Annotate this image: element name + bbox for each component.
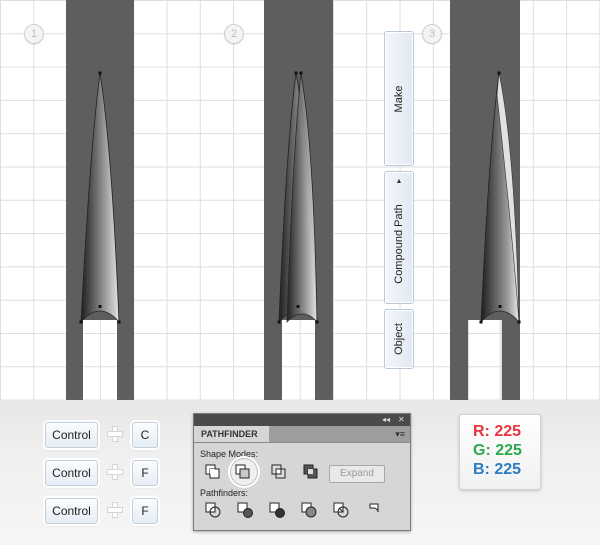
menu-item-make-label: Make <box>393 85 405 112</box>
blue-value: B: 225 <box>473 461 522 478</box>
close-icon[interactable]: ✕ <box>398 415 405 424</box>
exclude-icon[interactable] <box>303 464 319 480</box>
shape-modes-label: Shape Modes: <box>200 449 259 459</box>
menu-item-object-label: Object <box>393 323 405 355</box>
menu-item-compound-path[interactable]: ▲ Compound Path <box>384 171 414 304</box>
pathfinders-label: Pathfinders: <box>200 488 249 498</box>
unite-icon[interactable] <box>205 464 221 480</box>
panel-menu-icon[interactable]: ▾≡ <box>395 429 405 440</box>
blade-1 <box>80 72 120 324</box>
blade-shapes <box>79 71 521 324</box>
key-control-1: Control <box>45 422 98 448</box>
minus-front-icon[interactable] <box>235 464 251 480</box>
intersect-icon[interactable] <box>271 464 287 480</box>
crop-icon[interactable] <box>301 502 317 518</box>
step-number-3: 3 <box>422 24 442 44</box>
red-value: R: 225 <box>473 423 522 440</box>
key-c: C <box>132 422 158 448</box>
green-value: G: 225 <box>473 442 522 459</box>
key-f-2: F <box>132 498 158 524</box>
key-f-1: F <box>132 460 158 486</box>
menu-item-make[interactable]: Make <box>384 31 414 166</box>
minus-back-icon[interactable] <box>365 502 381 518</box>
panel-tab-row: PATHFINDER ▾≡ <box>194 426 410 443</box>
menu-item-compound-path-label: Compound Path <box>393 204 405 284</box>
plus-icon <box>107 502 123 518</box>
key-control-3: Control <box>45 498 98 524</box>
color-values-box: R: 225 G: 225 B: 225 <box>459 414 541 490</box>
collapse-panel-icon[interactable]: ◂◂ <box>382 415 390 424</box>
plus-icon <box>107 464 123 480</box>
artboard-canvas[interactable]: 1 2 3 Make ▲ Compound Path Object <box>0 0 600 400</box>
merge-icon[interactable] <box>269 502 285 518</box>
step-number-2: 2 <box>224 24 244 44</box>
outline-icon[interactable] <box>333 502 349 518</box>
context-menu: Make ▲ Compound Path Object <box>384 31 414 369</box>
trim-icon[interactable] <box>237 502 253 518</box>
submenu-arrow-icon: ▲ <box>395 178 403 185</box>
pathfinder-panel: ◂◂ ✕ PATHFINDER ▾≡ Shape Modes: Expand P… <box>193 413 411 531</box>
plus-icon <box>107 426 123 442</box>
expand-button[interactable]: Expand <box>329 465 385 483</box>
tab-pathfinder[interactable]: PATHFINDER <box>194 426 269 442</box>
menu-item-object[interactable]: Object <box>384 309 414 369</box>
divide-icon[interactable] <box>205 502 221 518</box>
step-number-1: 1 <box>24 24 44 44</box>
key-control-2: Control <box>45 460 98 486</box>
panel-titlebar[interactable]: ◂◂ ✕ <box>194 414 410 426</box>
